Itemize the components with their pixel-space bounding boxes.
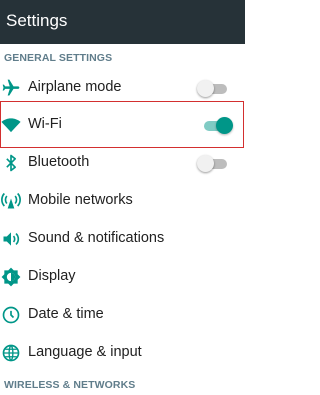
mobile-networks-icon	[1, 191, 21, 211]
app-bar: Settings	[0, 0, 245, 44]
display-brightness-icon	[1, 267, 21, 287]
language-input-label: Language & input	[28, 344, 142, 360]
mobile-networks-row[interactable]: Mobile networks	[0, 182, 245, 220]
bluetooth-toggle[interactable]	[197, 154, 229, 172]
airplane-mode-toggle[interactable]	[197, 79, 229, 97]
wifi-row[interactable]: Wi-Fi	[0, 106, 245, 144]
volume-icon	[1, 229, 21, 249]
mobile-networks-label: Mobile networks	[28, 192, 133, 208]
page-title: Settings	[6, 11, 68, 30]
wifi-icon	[1, 115, 21, 135]
date-time-label: Date & time	[28, 306, 104, 322]
bluetooth-icon	[1, 153, 21, 173]
sound-notifications-row[interactable]: Sound & notifications	[0, 220, 245, 258]
sound-notifications-label: Sound & notifications	[28, 230, 165, 246]
display-row[interactable]: Display	[0, 258, 245, 296]
bluetooth-label: Bluetooth	[28, 154, 90, 170]
airplane-icon	[1, 78, 21, 98]
section-header-wireless: WIRELESS & NETWORKS	[4, 379, 136, 391]
bluetooth-row[interactable]: Bluetooth	[0, 144, 245, 182]
clock-icon	[1, 305, 21, 325]
wifi-label: Wi-Fi	[28, 116, 62, 132]
display-label: Display	[28, 268, 76, 284]
language-input-row[interactable]: Language & input	[0, 334, 245, 372]
globe-icon	[1, 343, 21, 363]
wifi-toggle[interactable]	[202, 116, 234, 134]
date-time-row[interactable]: Date & time	[0, 296, 245, 334]
section-header-general: GENERAL SETTINGS	[4, 52, 113, 64]
airplane-mode-label: Airplane mode	[28, 79, 122, 95]
